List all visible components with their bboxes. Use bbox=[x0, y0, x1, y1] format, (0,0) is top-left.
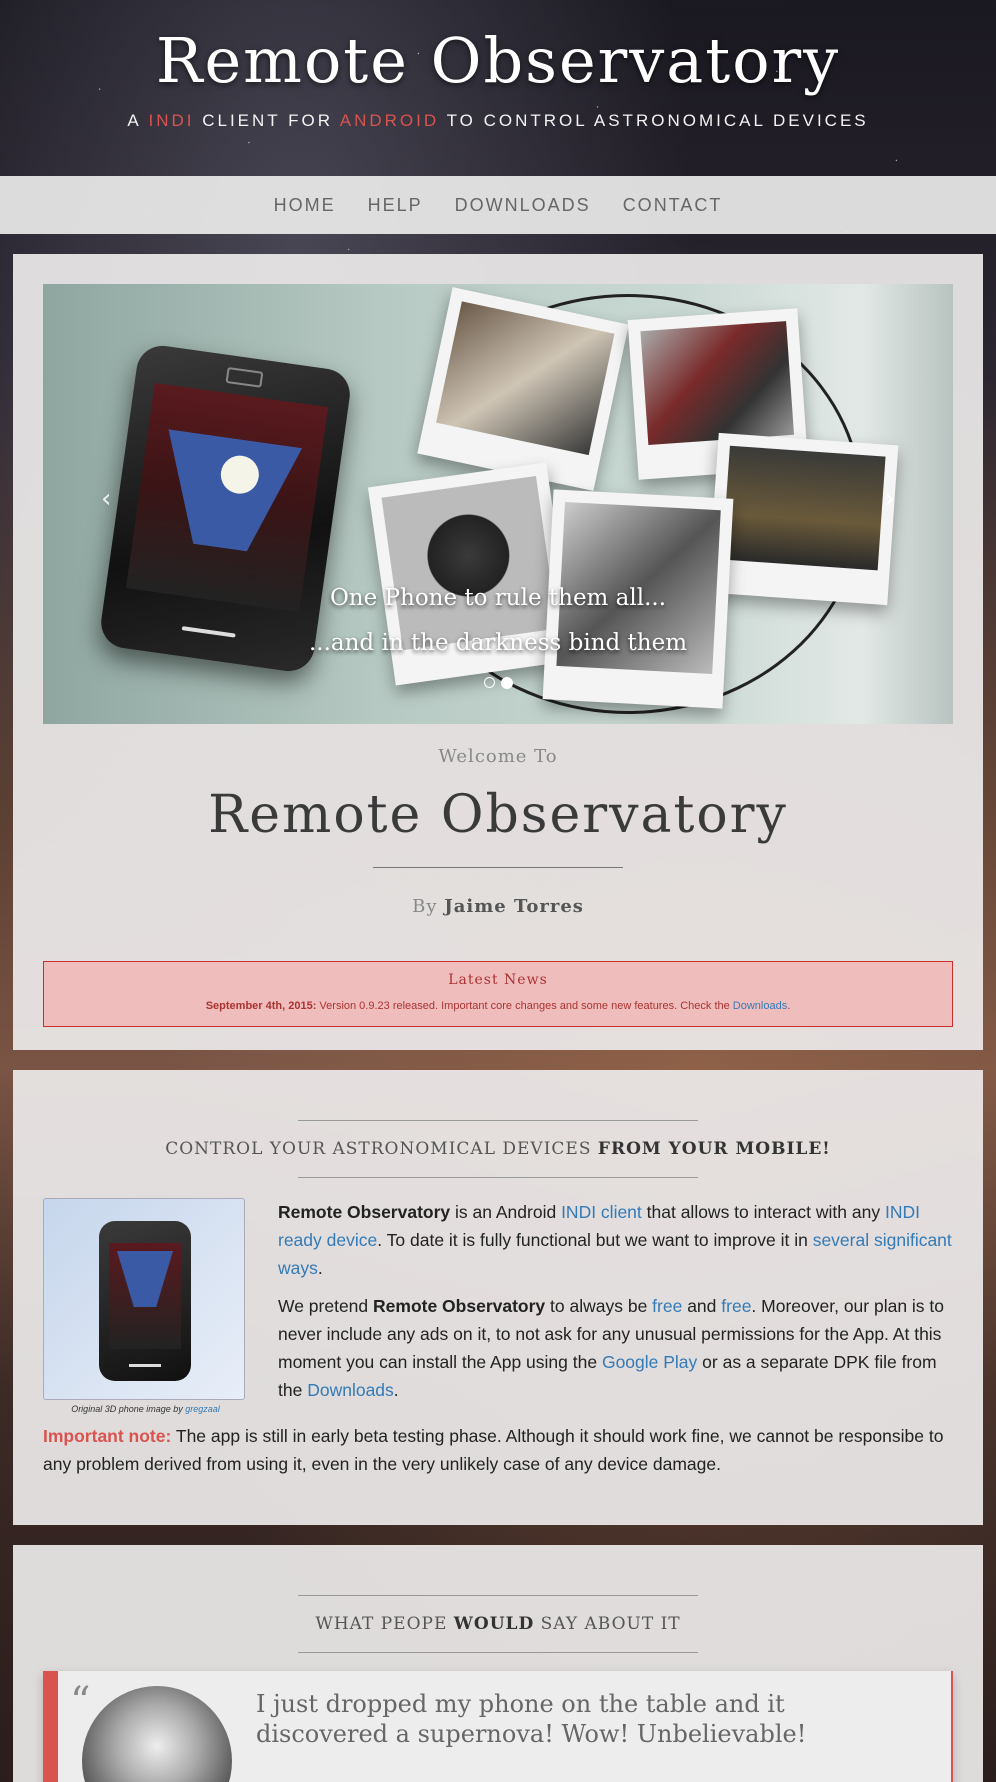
carousel-indicator-1[interactable] bbox=[483, 677, 495, 688]
testimonial-card: “ I just dropped my phone on the table a… bbox=[43, 1671, 953, 1782]
carousel-indicators bbox=[43, 677, 953, 689]
divider bbox=[298, 1652, 698, 1653]
indi-client-link[interactable]: INDI client bbox=[561, 1202, 642, 1222]
phone-thumbnail bbox=[43, 1198, 245, 1400]
important-note: Important note: The app is still in earl… bbox=[43, 1426, 944, 1474]
free-speech-link[interactable]: free bbox=[721, 1296, 751, 1316]
tagline-android: ANDROID bbox=[339, 111, 440, 130]
app-logo-icon bbox=[153, 429, 302, 557]
news-text: September 4th, 2015: Version 0.9.23 rele… bbox=[205, 1000, 791, 1012]
carousel-indicator-2[interactable] bbox=[500, 677, 513, 689]
nav-downloads[interactable]: DOWNLOADS bbox=[455, 195, 591, 216]
caption-line-1: One Phone to rule them all... bbox=[329, 585, 667, 611]
phone-figure: Original 3D phone image by gregzaal bbox=[43, 1198, 248, 1414]
tagline-indi: INDI bbox=[148, 111, 195, 130]
about-paragraph-2: We pretend Remote Observatory to always … bbox=[278, 1296, 945, 1400]
site-header: Remote Observatory A INDI CLIENT FOR AND… bbox=[0, 0, 996, 176]
divider bbox=[298, 1177, 698, 1178]
google-play-link[interactable]: Google Play bbox=[602, 1352, 697, 1372]
free-beer-link[interactable]: free bbox=[652, 1296, 682, 1316]
carousel-caption: One Phone to rule them all... ...and in … bbox=[43, 576, 953, 666]
downloads-link[interactable]: Downloads bbox=[307, 1380, 394, 1400]
about-text: Remote Observatory is an Android INDI cl… bbox=[278, 1198, 953, 1414]
about-content: Original 3D phone image by gregzaal Remo… bbox=[43, 1198, 953, 1414]
welcome-to-text: Welcome To bbox=[438, 746, 558, 767]
app-logo-icon bbox=[117, 1251, 173, 1307]
site-tagline: A INDI CLIENT FOR ANDROID TO CONTROL AST… bbox=[127, 111, 869, 130]
section-heading: CONTROL YOUR ASTRONOMICAL DEVICES FROM Y… bbox=[43, 1120, 953, 1178]
image-carousel[interactable]: One Phone to rule them all... ...and in … bbox=[43, 284, 953, 724]
avatar bbox=[82, 1686, 232, 1782]
nav-help[interactable]: HELP bbox=[368, 195, 423, 216]
news-date: September 4th, 2015: bbox=[205, 1000, 317, 1012]
caption-line-2: ...and in the darkness bind them bbox=[308, 630, 688, 656]
telescope-dome-photo bbox=[417, 287, 629, 491]
quote-icon: “ bbox=[70, 1679, 91, 1725]
chevron-left-icon[interactable]: ‹ bbox=[101, 484, 111, 514]
latest-news-alert: Latest News September 4th, 2015: Version… bbox=[43, 961, 953, 1027]
control-section: CONTROL YOUR ASTRONOMICAL DEVICES FROM Y… bbox=[13, 1070, 983, 1525]
chevron-right-icon[interactable]: › bbox=[885, 484, 895, 514]
welcome-block: Welcome To Remote Observatory By Jaime T… bbox=[43, 746, 953, 917]
important-label: Important note: bbox=[43, 1426, 172, 1446]
nav-home[interactable]: HOME bbox=[274, 195, 336, 216]
testimonial-quote: I just dropped my phone on the table and… bbox=[256, 1690, 807, 1748]
nav-contact[interactable]: CONTACT bbox=[623, 195, 723, 216]
main-nav: HOME HELP DOWNLOADS CONTACT bbox=[0, 176, 996, 234]
site-title: Remote Observatory bbox=[155, 24, 841, 97]
divider bbox=[373, 867, 623, 868]
byline: By Jaime Torres bbox=[412, 896, 584, 917]
welcome-title: Remote Observatory bbox=[208, 785, 788, 845]
news-downloads-link[interactable]: Downloads bbox=[733, 1000, 787, 1012]
testimonials-section: WHAT PEOPE WOULD SAY ABOUT IT “ I just d… bbox=[13, 1545, 983, 1782]
section-title: CONTROL YOUR ASTRONOMICAL DEVICES FROM Y… bbox=[165, 1139, 831, 1159]
section-heading: WHAT PEOPE WOULD SAY ABOUT IT bbox=[43, 1595, 953, 1653]
gregzaal-link[interactable]: gregzaal bbox=[185, 1404, 220, 1414]
about-paragraph-1: Remote Observatory is an Android INDI cl… bbox=[278, 1202, 952, 1278]
section-title: WHAT PEOPE WOULD SAY ABOUT IT bbox=[315, 1614, 681, 1634]
author-name: Jaime Torres bbox=[444, 896, 584, 917]
news-title: Latest News bbox=[448, 972, 548, 988]
figure-caption: Original 3D phone image by gregzaal bbox=[71, 1404, 220, 1414]
welcome-box: One Phone to rule them all... ...and in … bbox=[13, 254, 983, 1050]
